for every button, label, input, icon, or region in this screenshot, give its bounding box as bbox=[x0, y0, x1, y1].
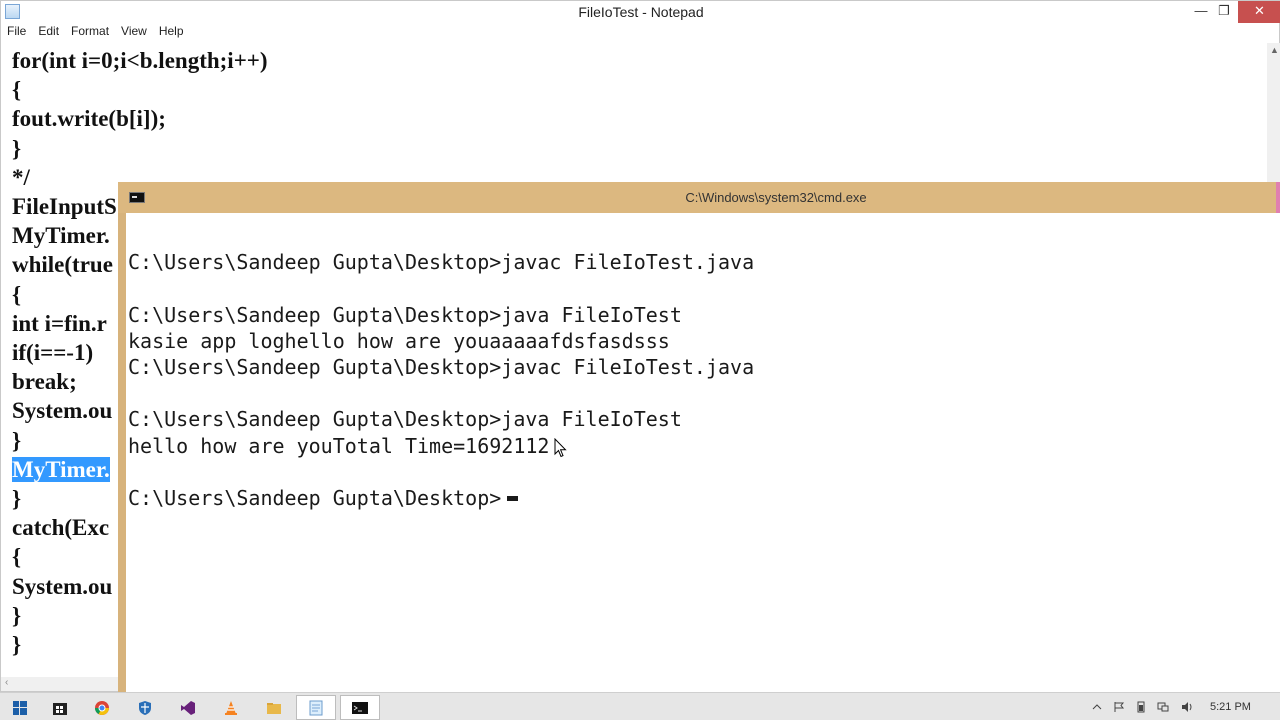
cmd-app-icon[interactable] bbox=[129, 192, 145, 203]
notepad-icon bbox=[309, 700, 323, 715]
scroll-up-arrow-icon[interactable]: ▲ bbox=[1270, 45, 1279, 55]
code-line-text: */ bbox=[12, 164, 30, 190]
notepad-titlebar[interactable]: FileIoTest - Notepad — ❐ ✕ bbox=[1, 1, 1280, 23]
taskbar-defender[interactable] bbox=[125, 695, 165, 720]
volume-icon[interactable] bbox=[1181, 701, 1193, 713]
power-icon[interactable] bbox=[1135, 701, 1147, 713]
code-line-text: if(i==-1) bbox=[12, 340, 94, 365]
network-icon[interactable] bbox=[1157, 701, 1169, 713]
code-line-text: } bbox=[12, 135, 22, 161]
code-line-text: for(int i=0;i<b.length;i++) bbox=[12, 48, 268, 73]
code-line-text: } bbox=[12, 602, 22, 628]
windows-logo-icon bbox=[13, 700, 27, 715]
menu-bar: File Edit Format View Help bbox=[1, 23, 1280, 41]
text-cursor bbox=[507, 496, 518, 501]
taskbar-notepad[interactable] bbox=[296, 695, 336, 720]
chrome-icon bbox=[95, 700, 109, 715]
cmd-window-edge bbox=[1276, 182, 1280, 213]
folder-icon bbox=[267, 702, 281, 714]
menu-edit[interactable]: Edit bbox=[32, 23, 65, 41]
code-line-text: } bbox=[12, 632, 22, 657]
code-line-text: while(true bbox=[12, 252, 113, 278]
code-line-text: } bbox=[12, 486, 22, 511]
menu-help[interactable]: Help bbox=[153, 23, 190, 41]
code-line: { bbox=[12, 543, 21, 571]
taskbar-store[interactable] bbox=[40, 695, 80, 720]
code-line-text: fout.write(b[i]); bbox=[12, 106, 166, 132]
menu-file[interactable]: File bbox=[1, 23, 32, 41]
visual-studio-icon bbox=[181, 700, 195, 715]
code-line: } bbox=[12, 135, 21, 163]
cmd-console-output[interactable]: C:\Users\Sandeep Gupta\Desktop>javac Fil… bbox=[126, 213, 1280, 692]
menu-format[interactable]: Format bbox=[65, 23, 115, 41]
taskbar: 5:21 PM bbox=[0, 692, 1280, 720]
mouse-pointer-icon bbox=[554, 438, 567, 458]
code-line: break; bbox=[12, 368, 77, 396]
taskbar-visual-studio[interactable] bbox=[168, 695, 208, 720]
selected-code-line: MyTimer. bbox=[12, 456, 110, 484]
code-line: catch(Exc bbox=[12, 514, 109, 542]
action-center-flag-icon[interactable] bbox=[1113, 701, 1125, 713]
taskbar-clock[interactable]: 5:21 PM bbox=[1210, 701, 1251, 713]
cmd-icon bbox=[352, 701, 368, 714]
code-line-text: System.ou bbox=[12, 398, 113, 424]
console-line: C:\Users\Sandeep Gupta\Desktop> bbox=[128, 486, 502, 510]
code-line-text: { bbox=[12, 77, 22, 103]
code-line-text: MyTimer. bbox=[12, 223, 110, 249]
console-line: C:\Users\Sandeep Gupta\Desktop>javac Fil… bbox=[128, 250, 755, 275]
code-line-text: System.ou bbox=[12, 573, 113, 599]
vlc-cone-icon bbox=[225, 700, 237, 715]
code-line: } bbox=[12, 427, 21, 455]
code-line: int i=fin.r bbox=[12, 310, 107, 338]
code-line: */ bbox=[12, 164, 30, 192]
code-line-text: MyTimer. bbox=[12, 456, 110, 482]
scroll-left-arrow-icon[interactable]: ‹ bbox=[5, 677, 8, 688]
code-line: } bbox=[12, 485, 21, 513]
shield-icon bbox=[139, 700, 151, 715]
taskbar-file-explorer[interactable] bbox=[254, 695, 294, 720]
cmd-titlebar[interactable]: C:\Windows\system32\cmd.exe bbox=[118, 182, 1280, 213]
console-line: C:\Users\Sandeep Gupta\Desktop>java File… bbox=[128, 407, 682, 432]
code-line: while(true bbox=[12, 251, 113, 279]
taskbar-cmd[interactable] bbox=[340, 695, 380, 720]
code-line: FileInputS bbox=[12, 193, 117, 221]
code-line-text: } bbox=[12, 427, 22, 453]
code-line: System.ou bbox=[12, 397, 112, 425]
console-line: hello how are youTotal Time=1692112 bbox=[128, 433, 550, 458]
code-line: MyTimer. bbox=[12, 222, 110, 250]
code-line: } bbox=[12, 602, 21, 630]
taskbar-chrome[interactable] bbox=[82, 695, 122, 720]
code-line-text: int i=fin.r bbox=[12, 310, 107, 336]
code-line: System.ou bbox=[12, 573, 112, 601]
console-line: C:\Users\Sandeep Gupta\Desktop>java File… bbox=[128, 302, 682, 327]
code-line: if(i==-1) bbox=[12, 339, 93, 367]
restore-button[interactable]: ❐ bbox=[1209, 1, 1239, 23]
console-line: kasie app loghello how are youaaaaafdsfa… bbox=[128, 328, 670, 353]
code-line-text: FileInputS bbox=[12, 194, 117, 219]
code-line-text: { bbox=[12, 281, 22, 307]
code-line: { bbox=[12, 281, 21, 309]
cmd-title: C:\Windows\system32\cmd.exe bbox=[685, 190, 867, 205]
code-line: for(int i=0;i<b.length;i++) bbox=[12, 47, 268, 75]
close-button[interactable]: ✕ bbox=[1238, 1, 1280, 23]
code-line: { bbox=[12, 76, 21, 104]
menu-view[interactable]: View bbox=[115, 23, 153, 41]
start-button[interactable] bbox=[0, 695, 40, 720]
notepad-title: FileIoTest - Notepad bbox=[578, 4, 704, 20]
code-line: } bbox=[12, 631, 21, 659]
code-line-text: { bbox=[12, 544, 22, 570]
cmd-window: C:\Windows\system32\cmd.exe C:\Users\San… bbox=[118, 182, 1280, 692]
show-hidden-icons-icon[interactable] bbox=[1091, 701, 1103, 713]
taskbar-vlc[interactable] bbox=[211, 695, 251, 720]
console-line: C:\Users\Sandeep Gupta\Desktop>javac Fil… bbox=[128, 355, 755, 379]
store-icon bbox=[53, 702, 67, 715]
code-line-text: break; bbox=[12, 369, 77, 395]
code-line: fout.write(b[i]); bbox=[12, 105, 166, 133]
code-line-text: catch(Exc bbox=[12, 515, 110, 541]
